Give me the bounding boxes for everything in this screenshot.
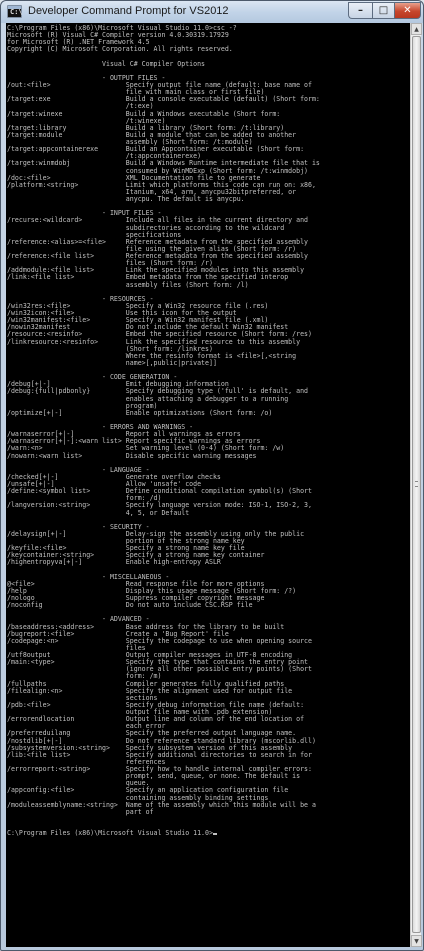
- cmd-console-icon[interactable]: C:\: [7, 5, 23, 18]
- console-line: assembly files (Short form: /l): [7, 280, 249, 289]
- console-line: Visual C# Compiler Options: [7, 59, 206, 68]
- scroll-up-button[interactable]: ▲: [411, 23, 422, 35]
- console-line: Copyright (C) Microsoft Corporation. All…: [7, 45, 233, 54]
- title-bar[interactable]: C:\ Developer Command Prompt for VS2012 …: [1, 1, 423, 23]
- console-line: part of: [7, 807, 154, 816]
- console-line: /nowarn:<warn list> Disable specific war…: [7, 451, 257, 460]
- text-cursor: [212, 833, 217, 836]
- scrollbar-thumb[interactable]: [412, 36, 421, 933]
- arrow-down-icon: ▼: [414, 937, 419, 945]
- console-text: C:\Program Files (x86)\Microsoft Visual …: [7, 24, 407, 837]
- console-line: anycpu. The default is anycpu.: [7, 195, 245, 203]
- console-line: /highentropyva[+|-] Enable high-entropy …: [7, 558, 221, 567]
- console-line: /noconfig Do not auto include CSC.RSP fi…: [7, 601, 253, 610]
- minimize-button[interactable]: –: [348, 2, 372, 19]
- arrow-up-icon: ▲: [414, 25, 419, 33]
- console-line: C:\Program Files (x86)\Microsoft Visual …: [7, 829, 407, 837]
- close-button[interactable]: ✕: [394, 2, 421, 19]
- console-output-area[interactable]: C:\Program Files (x86)\Microsoft Visual …: [6, 23, 410, 947]
- grip-icon: [415, 481, 418, 487]
- window-title: Developer Command Prompt for VS2012: [28, 5, 229, 17]
- scroll-down-button[interactable]: ▼: [411, 935, 422, 947]
- console-line: name>[,public|private]]: [7, 358, 217, 367]
- console-window: C:\ Developer Command Prompt for VS2012 …: [0, 0, 424, 951]
- console-line: 4, 5, or Default: [7, 508, 190, 517]
- maximize-button[interactable]: □: [372, 2, 394, 19]
- vertical-scrollbar[interactable]: ▲ ▼: [410, 23, 422, 947]
- console-line: /optimize[+|-] Enable optimizations (Sho…: [7, 408, 273, 417]
